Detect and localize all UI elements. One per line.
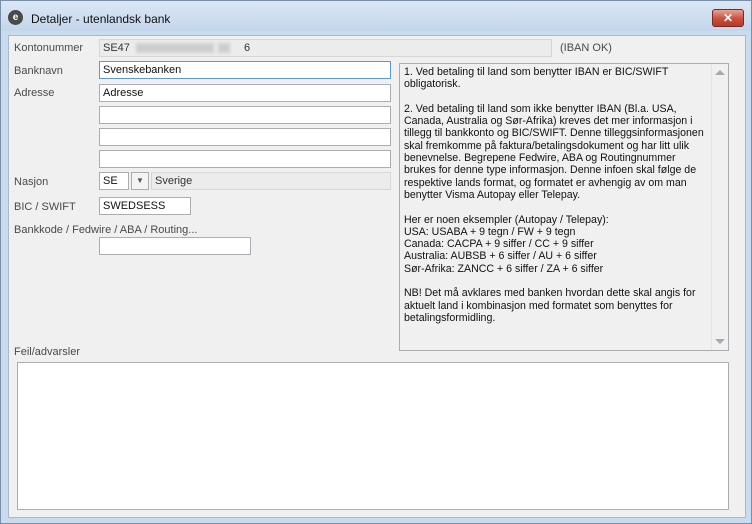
bic-label: BIC / SWIFT bbox=[14, 201, 76, 213]
bankkode-input[interactable] bbox=[99, 237, 251, 255]
bankkode-label: Bankkode / Fedwire / ABA / Routing... bbox=[14, 224, 198, 236]
adresse-line-2-input[interactable] bbox=[99, 106, 391, 124]
kontonummer-label: Kontonummer bbox=[14, 42, 84, 54]
kontonummer-suffix: 6 bbox=[244, 42, 251, 54]
iban-status: (IBAN OK) bbox=[560, 42, 612, 54]
kontonummer-redaction-2 bbox=[218, 43, 230, 53]
banknavn-label: Banknavn bbox=[14, 65, 63, 77]
dialog-body: Kontonummer SE47 6 (IBAN OK) Banknavn Sv… bbox=[8, 35, 746, 518]
nasjon-select[interactable]: SE bbox=[99, 172, 129, 190]
banknavn-input[interactable]: Svenskebanken bbox=[99, 61, 391, 79]
kontonummer-redaction bbox=[136, 43, 214, 53]
scroll-up-icon[interactable] bbox=[715, 70, 725, 75]
chevron-down-icon[interactable]: ▼ bbox=[131, 172, 149, 190]
adresse-line-3-input[interactable] bbox=[99, 128, 391, 146]
kontonummer-field: SE47 6 bbox=[99, 39, 552, 57]
scroll-down-icon[interactable] bbox=[715, 339, 725, 344]
bic-input[interactable]: SWEDSESS bbox=[99, 197, 191, 215]
info-panel[interactable]: 1. Ved betaling til land som benytter IB… bbox=[399, 63, 729, 351]
title-bar: e Detaljer - utenlandsk bank ✕ bbox=[1, 1, 751, 31]
close-button[interactable]: ✕ bbox=[712, 9, 744, 27]
app-logo-icon: e bbox=[8, 10, 23, 25]
info-paragraph-3: Her er noen eksempler (Autopay / Telepay… bbox=[404, 213, 609, 275]
kontonummer-prefix: SE47 bbox=[103, 42, 130, 54]
dialog-window: e Detaljer - utenlandsk bank ✕ Kontonumm… bbox=[0, 0, 752, 524]
info-paragraph-1: 1. Ved betaling til land som benytter IB… bbox=[404, 66, 669, 91]
info-text: 1. Ved betaling til land som benytter IB… bbox=[404, 66, 709, 337]
window-title: Detaljer - utenlandsk bank bbox=[31, 12, 171, 26]
info-scrollbar[interactable] bbox=[711, 64, 728, 350]
info-paragraph-2: 2. Ved betaling til land som ikke benytt… bbox=[404, 102, 704, 201]
adresse-label: Adresse bbox=[14, 87, 55, 99]
nasjon-label: Nasjon bbox=[14, 176, 49, 188]
adresse-line-4-input[interactable] bbox=[99, 150, 391, 168]
info-paragraph-4: NB! Det må avklares med banken hvordan d… bbox=[404, 287, 696, 324]
feil-textarea[interactable] bbox=[17, 362, 729, 510]
adresse-line-1-input[interactable]: Adresse bbox=[99, 84, 391, 102]
nasjon-name-field: Sverige bbox=[151, 172, 391, 190]
feil-label: Feil/advarsler bbox=[14, 346, 81, 358]
